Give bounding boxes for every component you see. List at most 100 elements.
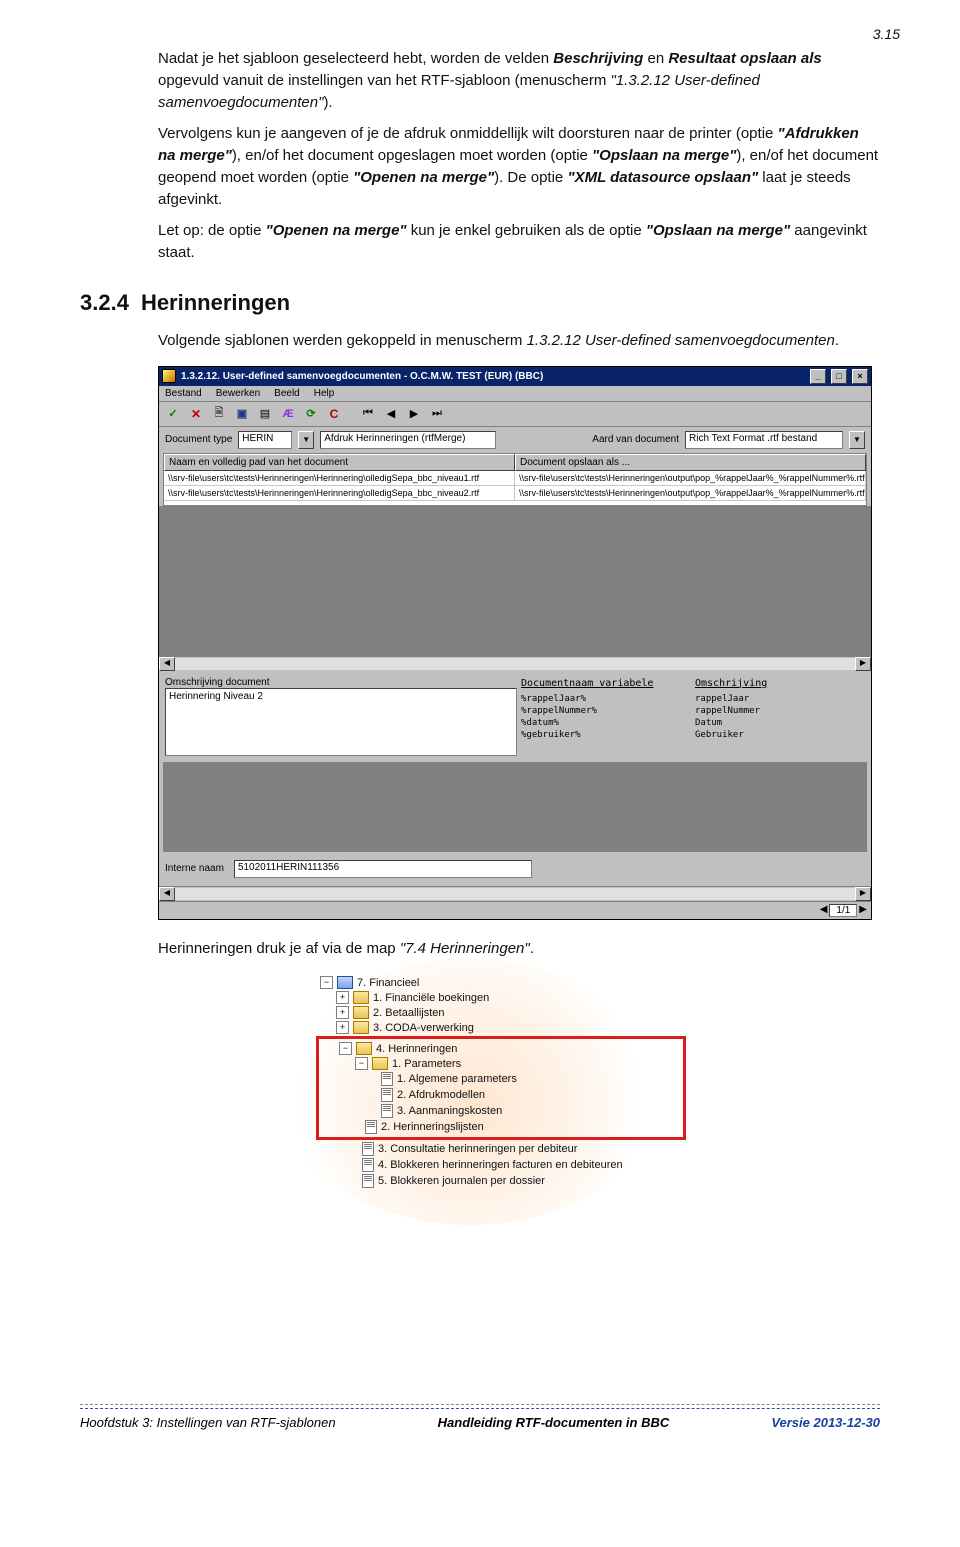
expand-icon[interactable]: + bbox=[336, 991, 349, 1004]
grid-row[interactable]: \\srv-file\users\tc\tests\Herinneringen\… bbox=[164, 486, 866, 501]
scroll-track[interactable] bbox=[175, 658, 855, 670]
tree-item[interactable]: 2. Herinneringslijsten bbox=[319, 1119, 681, 1135]
after-app-p: Herinneringen druk je af via de map "7.4… bbox=[158, 938, 880, 960]
c-red-icon[interactable]: C bbox=[324, 404, 344, 424]
tree-label: 3. Consultatie herinneringen per debiteu… bbox=[378, 1143, 577, 1155]
below-grid: Omschrijving document Herinnering Niveau… bbox=[159, 671, 871, 762]
text: . bbox=[530, 940, 534, 957]
text: Nadat je het sjabloon geselecteerd hebt,… bbox=[158, 50, 553, 67]
expand-icon[interactable]: + bbox=[336, 1006, 349, 1019]
tree-item[interactable]: −4. Herinneringen bbox=[319, 1041, 681, 1056]
scroll-track[interactable] bbox=[175, 888, 855, 900]
tree-label: 4. Blokkeren herinneringen facturen en d… bbox=[378, 1159, 623, 1171]
grid-cell: \\srv-file\users\tc\tests\Herinneringen\… bbox=[164, 471, 515, 486]
omschrijving-textarea[interactable]: Herinnering Niveau 2 bbox=[165, 688, 517, 756]
folder-icon bbox=[337, 976, 353, 989]
grid-cell: \\srv-file\users\tc\tests\Herinneringen\… bbox=[515, 471, 866, 486]
description-col: Omschrijving rappelJaar rappelNummer Dat… bbox=[695, 677, 865, 756]
internal-input[interactable]: 5102011HERIN111356 bbox=[234, 860, 532, 878]
aard-label: Aard van document bbox=[592, 434, 679, 445]
italic: 1.3.2.12 User-defined samenvoegdocumente… bbox=[527, 332, 835, 349]
page-icon bbox=[362, 1142, 374, 1156]
chevron-down-icon[interactable]: ▼ bbox=[298, 431, 314, 449]
tree-item[interactable]: 1. Algemene parameters bbox=[319, 1071, 681, 1087]
intro-p3: Let op: de optie "Openen na merge" kun j… bbox=[158, 220, 880, 264]
window-title: 1.3.2.12. User-defined samenvoegdocument… bbox=[181, 371, 805, 382]
footer-left: Hoofdstuk 3: Instellingen van RTF-sjablo… bbox=[80, 1415, 336, 1430]
horizontal-scrollbar[interactable]: ◀ ▶ bbox=[159, 656, 871, 671]
page-new-icon[interactable]: 🗎 bbox=[209, 404, 229, 424]
grid-row[interactable]: \\srv-file\users\tc\tests\Herinneringen\… bbox=[164, 471, 866, 486]
menu-bewerken[interactable]: Bewerken bbox=[216, 388, 260, 399]
grid-col-1[interactable]: Naam en volledig pad van het document bbox=[164, 454, 515, 471]
close-button[interactable]: × bbox=[852, 369, 868, 384]
app-icon bbox=[162, 369, 176, 383]
tree-figure: −7. Financieel +1. Financiële boekingen … bbox=[310, 969, 690, 1195]
var-row: %rappelNummer% bbox=[521, 705, 691, 717]
tree-item[interactable]: +2. Betaallijsten bbox=[316, 1005, 686, 1020]
menu-beeld[interactable]: Beeld bbox=[274, 388, 300, 399]
after-heading-block: Volgende sjablonen werden gekoppeld in m… bbox=[158, 330, 880, 352]
page-icon bbox=[362, 1174, 374, 1188]
scroll-left-icon[interactable]: ◀ bbox=[159, 887, 175, 901]
doc-type-code-input[interactable]: HERIN bbox=[238, 431, 292, 449]
tree-item[interactable]: − 1. Parameters bbox=[319, 1056, 681, 1071]
grid-col-2[interactable]: Document opslaan als ... bbox=[515, 454, 866, 471]
scroll-left-icon[interactable]: ◀ bbox=[159, 657, 175, 671]
doc-type-row: Document type HERIN ▼ Afdruk Herinnering… bbox=[159, 427, 871, 453]
internal-row: Interne naam 5102011HERIN111356 bbox=[159, 852, 871, 886]
bold-italic: Resultaat opslaan als bbox=[668, 50, 821, 67]
nav-next-icon[interactable]: ▶ bbox=[404, 404, 424, 424]
var-row: %rappelJaar% bbox=[521, 693, 691, 705]
menu-bestand[interactable]: Bestand bbox=[165, 388, 202, 399]
doc-type-label: Document type bbox=[165, 434, 232, 445]
collapse-icon[interactable]: − bbox=[355, 1057, 368, 1070]
refresh-green-icon[interactable]: ⟳ bbox=[301, 404, 321, 424]
pager-prev-icon[interactable]: ◀ bbox=[820, 904, 828, 916]
check-icon[interactable]: ✓ bbox=[163, 404, 183, 424]
tree-item[interactable]: 4. Blokkeren herinneringen facturen en d… bbox=[316, 1157, 686, 1173]
text: Vervolgens kun je aangeven of je de afdr… bbox=[158, 125, 778, 142]
page-blue-icon[interactable]: ▣ bbox=[232, 404, 252, 424]
app-window: 1.3.2.12. User-defined samenvoegdocument… bbox=[158, 366, 872, 920]
page-icon bbox=[381, 1104, 393, 1118]
tree-label: 1. Parameters bbox=[392, 1058, 461, 1070]
scroll-right-icon[interactable]: ▶ bbox=[855, 887, 871, 901]
pager-next-icon[interactable]: ▶ bbox=[859, 904, 867, 916]
minimize-button[interactable]: _ bbox=[810, 369, 826, 384]
nav-first-icon[interactable]: ⏮ bbox=[358, 404, 378, 424]
grid-empty-area bbox=[159, 506, 871, 656]
tree-item[interactable]: 3. Aanmaningskosten bbox=[319, 1103, 681, 1119]
page-arrow-icon[interactable]: ▤ bbox=[255, 404, 275, 424]
page-number: 3.15 bbox=[873, 26, 900, 42]
x-icon[interactable]: ✕ bbox=[186, 404, 206, 424]
grid-body: \\srv-file\users\tc\tests\Herinneringen\… bbox=[164, 471, 866, 505]
chevron-down-icon[interactable]: ▼ bbox=[849, 431, 865, 449]
refresh-a-icon[interactable]: Æ bbox=[278, 404, 298, 424]
collapse-icon[interactable]: − bbox=[339, 1042, 352, 1055]
bold-italic: "Opslaan na merge" bbox=[646, 222, 790, 239]
tree-item[interactable]: 2. Afdrukmodellen bbox=[319, 1087, 681, 1103]
nav-last-icon[interactable]: ⏭ bbox=[427, 404, 447, 424]
scroll-right-icon[interactable]: ▶ bbox=[855, 657, 871, 671]
text: ), en/of het document opgeslagen moet wo… bbox=[232, 147, 592, 164]
grid-cell: \\srv-file\users\tc\tests\Herinneringen\… bbox=[515, 486, 866, 501]
oms-row: Datum bbox=[695, 717, 865, 729]
aard-input[interactable]: Rich Text Format .rtf bestand bbox=[685, 431, 843, 449]
text: . bbox=[835, 332, 839, 349]
section-title: Herinneringen bbox=[141, 290, 290, 315]
tree-item[interactable]: +1. Financiële boekingen bbox=[316, 990, 686, 1005]
tree-item[interactable]: +3. CODA-verwerking bbox=[316, 1020, 686, 1035]
doc-type-desc-input[interactable]: Afdruk Herinneringen (rtfMerge) bbox=[320, 431, 496, 449]
expand-icon[interactable]: + bbox=[336, 1021, 349, 1034]
collapse-icon[interactable]: − bbox=[320, 976, 333, 989]
tree-item[interactable]: 5. Blokkeren journalen per dossier bbox=[316, 1173, 686, 1189]
page-icon bbox=[381, 1072, 393, 1086]
tree-item[interactable]: 3. Consultatie herinneringen per debiteu… bbox=[316, 1141, 686, 1157]
tree-item[interactable]: −7. Financieel bbox=[316, 975, 686, 990]
tree-label: 1. Algemene parameters bbox=[397, 1073, 517, 1085]
maximize-button[interactable]: □ bbox=[831, 369, 847, 384]
menu-help[interactable]: Help bbox=[314, 388, 335, 399]
horizontal-scrollbar-2[interactable]: ◀ ▶ bbox=[159, 886, 871, 901]
nav-prev-icon[interactable]: ◀ bbox=[381, 404, 401, 424]
